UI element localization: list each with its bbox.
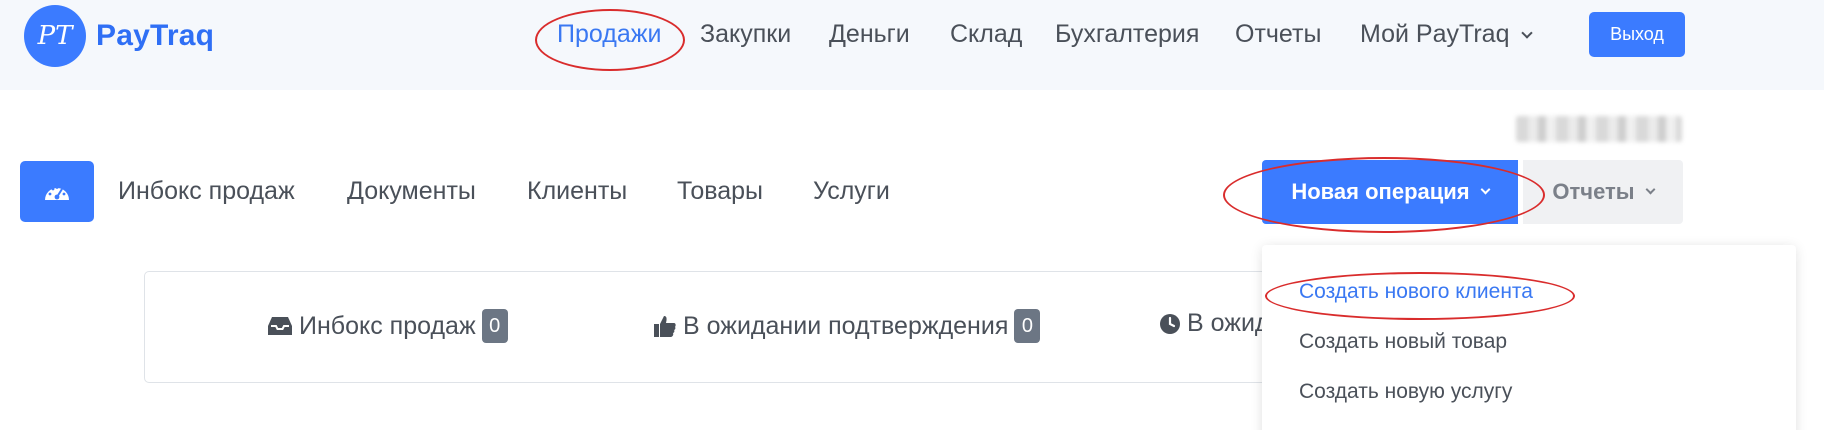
nav-money[interactable]: Деньги	[829, 20, 910, 49]
subnav-clients[interactable]: Клиенты	[527, 177, 627, 206]
logo-text: PayTraq	[96, 19, 215, 52]
new-operation-label: Новая операция	[1291, 179, 1470, 204]
nav-purchases[interactable]: Закупки	[700, 20, 791, 49]
stat-awaiting[interactable]: В ожид	[1159, 309, 1270, 338]
dashboard-button[interactable]	[20, 161, 94, 222]
thumbs-up-icon	[653, 314, 677, 338]
menu-item-create-product[interactable]: Создать новый товар	[1299, 330, 1507, 354]
clock-icon	[1159, 313, 1181, 335]
nav-my-paytraq-label: Мой PayTraq	[1360, 20, 1510, 48]
nav-my-paytraq[interactable]: Мой PayTraq	[1360, 20, 1534, 49]
sales-status-card: Инбокс продаж 0 В ожидании подтверждения…	[144, 271, 1284, 383]
reports-label: Отчеты	[1552, 179, 1635, 204]
reports-dropdown-button[interactable]: Отчеты	[1523, 160, 1683, 224]
subnav-services[interactable]: Услуги	[813, 177, 890, 206]
chevron-down-icon	[1521, 27, 1534, 39]
stat-sales-inbox[interactable]: Инбокс продаж 0	[267, 309, 508, 343]
stat-awaiting-confirmation-label: В ожидании подтверждения	[683, 311, 1009, 340]
logo-mark: PT	[24, 5, 86, 67]
inbox-icon	[267, 316, 293, 336]
stat-awaiting-label: В ожид	[1187, 309, 1270, 337]
paytraq-logo[interactable]: PT PayTraq	[24, 5, 214, 67]
menu-item-create-service[interactable]: Создать новую услугу	[1299, 380, 1512, 404]
nav-warehouse[interactable]: Склад	[950, 20, 1022, 49]
chevron-down-icon	[1480, 184, 1491, 194]
count-badge: 0	[1014, 309, 1041, 343]
subnav-products[interactable]: Товары	[677, 177, 763, 206]
blurred-account-name	[1516, 116, 1682, 142]
new-operation-button[interactable]: Новая операция	[1262, 160, 1518, 224]
nav-accounting[interactable]: Бухгалтерия	[1055, 20, 1199, 49]
new-operation-dropdown: Создать нового клиента Создать новый тов…	[1262, 245, 1796, 430]
stat-sales-inbox-label: Инбокс продаж	[299, 311, 476, 340]
speedometer-icon	[45, 185, 69, 200]
top-navbar: PT PayTraq Продажи Закупки Деньги Склад …	[0, 0, 1824, 90]
nav-sales[interactable]: Продажи	[557, 20, 661, 49]
count-badge: 0	[481, 309, 508, 343]
chevron-down-icon	[1645, 184, 1656, 194]
menu-item-create-client[interactable]: Создать нового клиента	[1299, 280, 1533, 304]
subnav-sales-inbox[interactable]: Инбокс продаж	[118, 177, 295, 206]
subnav-documents[interactable]: Документы	[347, 177, 476, 206]
stat-awaiting-confirmation[interactable]: В ожидании подтверждения 0	[653, 309, 1041, 343]
logout-button[interactable]: Выход	[1589, 12, 1685, 57]
nav-reports[interactable]: Отчеты	[1235, 20, 1321, 49]
